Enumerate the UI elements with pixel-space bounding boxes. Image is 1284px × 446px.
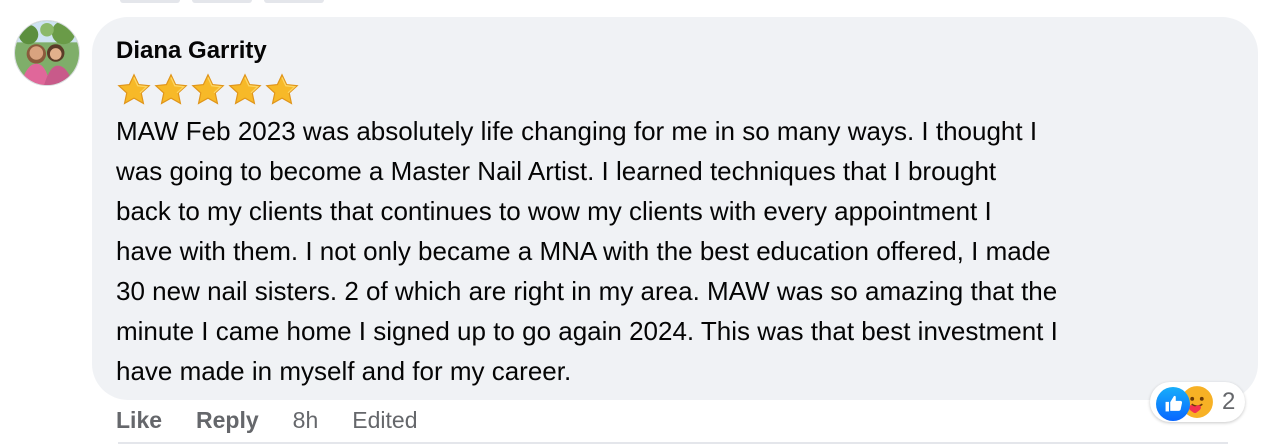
comment-body-line: back to my clients that continues to wow…	[116, 196, 992, 226]
comment-body-line: 30 new nail sisters. 2 of which are righ…	[116, 276, 1058, 306]
comment-bubble: Diana Garrity MAW Feb 2023 was absolutel…	[92, 17, 1258, 400]
comment-timestamp[interactable]: 8h	[293, 407, 319, 434]
star-icon	[153, 73, 189, 107]
comment-page: Diana Garrity MAW Feb 2023 was absolutel…	[0, 0, 1284, 446]
reply-button[interactable]: Reply	[196, 407, 259, 434]
star-icon	[264, 73, 300, 107]
comment-body: MAW Feb 2023 was absolutely life changin…	[116, 111, 1241, 391]
comment-body-line: MAW Feb 2023 was absolutely life changin…	[116, 116, 1038, 146]
edited-label[interactable]: Edited	[352, 407, 417, 434]
star-icon	[116, 73, 152, 107]
star-icon	[227, 73, 263, 107]
comment-body-line: was going to become a Master Nail Artist…	[116, 156, 997, 186]
avatar-photo	[15, 21, 79, 85]
avatar[interactable]	[14, 20, 80, 86]
like-button[interactable]: Like	[116, 407, 162, 434]
reactions-summary[interactable]: 2	[1150, 382, 1246, 422]
comment-body-line: minute I came home I signed up to go aga…	[116, 316, 1058, 346]
comment-actions: Like Reply 8h Edited	[116, 404, 417, 436]
comment-body-line: have with them. I not only became a MNA …	[116, 236, 1051, 266]
divider	[118, 442, 1228, 444]
previous-comment-actions-remnant	[120, 0, 340, 4]
star-rating	[116, 73, 300, 105]
comment-author[interactable]: Diana Garrity	[116, 37, 267, 65]
comment-body-line: have made in myself and for my career.	[116, 356, 572, 386]
like-icon	[1154, 385, 1190, 421]
reaction-count: 2	[1222, 388, 1236, 415]
star-icon	[190, 73, 226, 107]
